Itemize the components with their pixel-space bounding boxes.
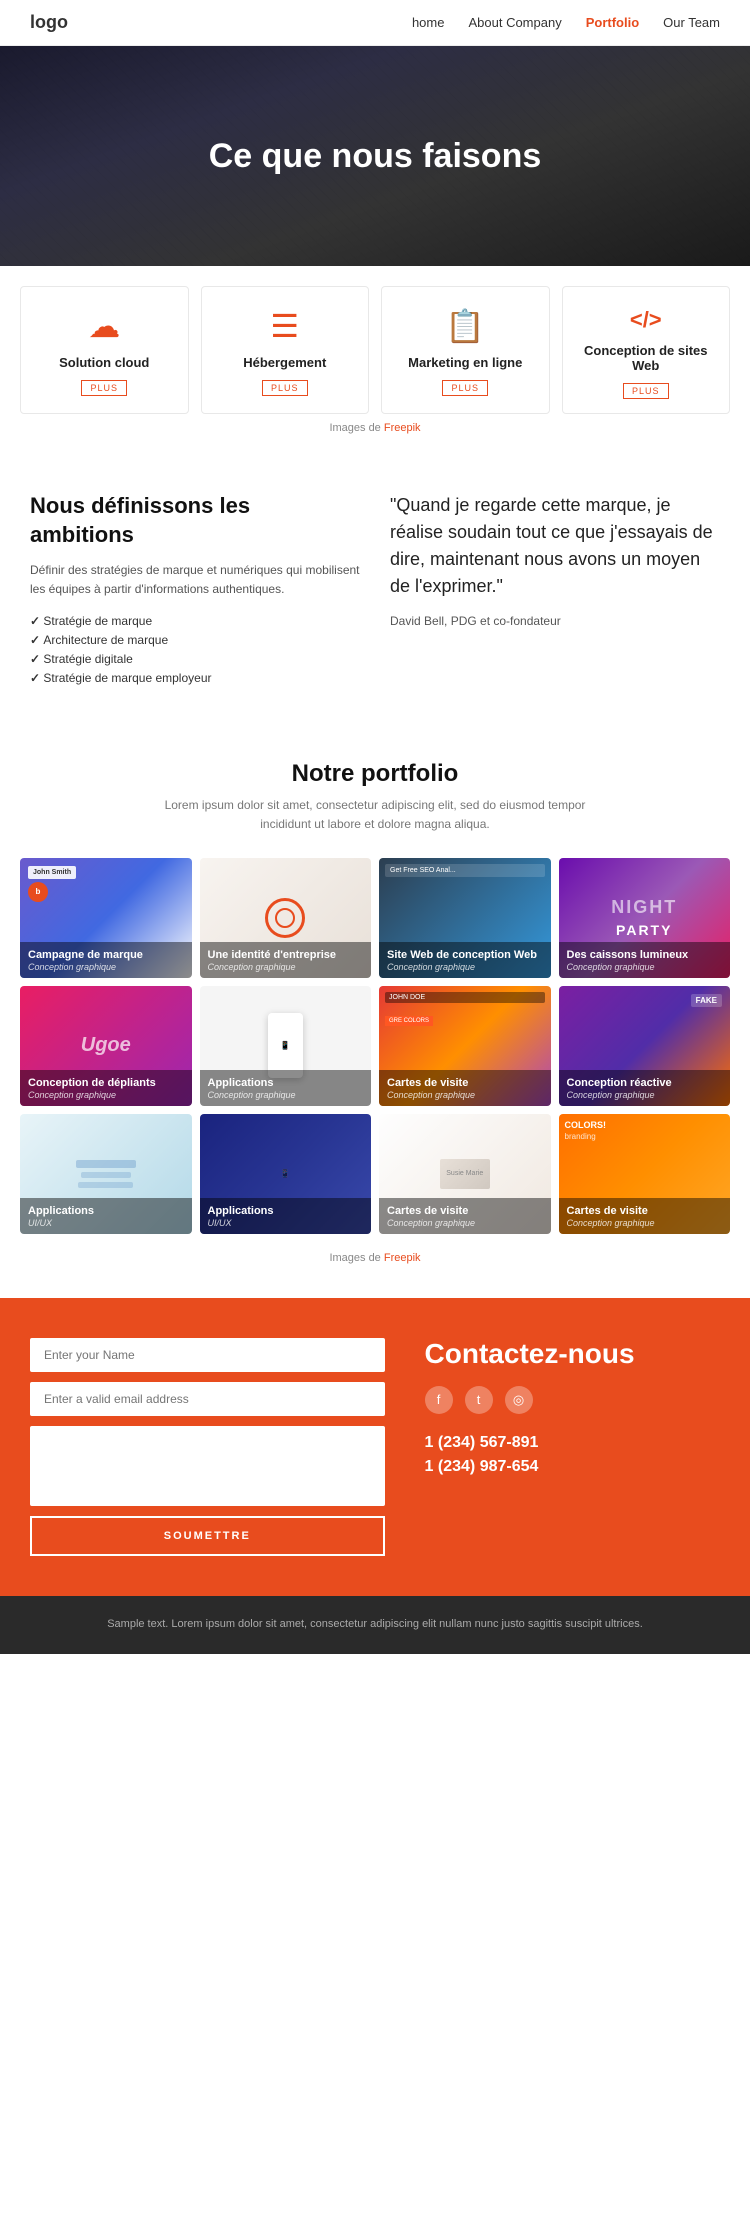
nav-item-home[interactable]: home [412, 14, 445, 32]
service-title-marketing: Marketing en ligne [394, 355, 537, 370]
cloud-icon: ☁ [33, 307, 176, 345]
service-card-marketing: 📋 Marketing en ligne PLUS [381, 286, 550, 414]
portfolio-section: Notre portfolio Lorem ipsum dolor sit am… [0, 730, 750, 1298]
services-grid: ☁ Solution cloud PLUS ☰ Hébergement PLUS… [20, 266, 730, 414]
name-input[interactable] [30, 1338, 385, 1372]
logo: logo [30, 12, 68, 33]
portfolio-caption-6: Applications Conception graphique [200, 1070, 372, 1106]
about-list-item: Stratégie de marque employeur [30, 671, 360, 685]
hero-title: Ce que nous faisons [209, 137, 542, 176]
portfolio-caption-5: Conception de dépliants Conception graph… [20, 1070, 192, 1106]
portfolio-caption-2: Une identité d'entreprise Conception gra… [200, 942, 372, 978]
portfolio-caption-12: Cartes de visite Conception graphique [559, 1198, 731, 1234]
contact-section: SOUMETTRE Contactez-nous f t ◎ 1 (234) 5… [0, 1298, 750, 1596]
portfolio-item-9[interactable]: Applications UI/UX [20, 1114, 192, 1234]
instagram-icon[interactable]: ◎ [505, 1386, 533, 1414]
about-right: "Quand je regarde cette marque, je réali… [390, 492, 720, 690]
portfolio-caption-4: Des caissons lumineux Conception graphiq… [559, 942, 731, 978]
nav-item-portfolio[interactable]: Portfolio [586, 14, 639, 32]
portfolio-item-6[interactable]: 📱 Applications Conception graphique [200, 986, 372, 1106]
phone-2: 1 (234) 987-654 [425, 1458, 720, 1476]
portfolio-caption-9: Applications UI/UX [20, 1198, 192, 1234]
web-icon: </> [575, 307, 718, 333]
portfolio-item-1[interactable]: John Smith b Campagne de marque Concepti… [20, 858, 192, 978]
quote-author: David Bell, PDG et co-fondateur [390, 614, 720, 628]
nav-item-about[interactable]: About Company [468, 14, 561, 32]
portfolio-item-2[interactable]: Une identité d'entreprise Conception gra… [200, 858, 372, 978]
portfolio-item-4[interactable]: NIGHT PARTY Des caissons lumineux Concep… [559, 858, 731, 978]
portfolio-title: Notre portfolio [20, 760, 730, 788]
about-list-item: Stratégie digitale [30, 652, 360, 666]
footer: Sample text. Lorem ipsum dolor sit amet,… [0, 1596, 750, 1654]
facebook-icon[interactable]: f [425, 1386, 453, 1414]
contact-title: Contactez-nous [425, 1338, 720, 1370]
portfolio-item-12[interactable]: COLORS! branding Cartes de visite Concep… [559, 1114, 731, 1234]
about-list-item: Stratégie de marque [30, 614, 360, 628]
submit-button[interactable]: SOUMETTRE [30, 1516, 385, 1556]
portfolio-item-11[interactable]: Susie Marie Cartes de visite Conception … [379, 1114, 551, 1234]
nav-links: home About Company Portfolio Our Team [412, 14, 720, 32]
service-card-web: </> Conception de sites Web PLUS [562, 286, 731, 414]
service-plus-hebergement[interactable]: PLUS [262, 380, 308, 396]
portfolio-item-3[interactable]: Get Free SEO Anal... Site Web de concept… [379, 858, 551, 978]
about-title: Nous définissons les ambitions [30, 492, 360, 549]
portfolio-caption-7: Cartes de visite Conception graphique [379, 1070, 551, 1106]
portfolio-credit: Images de Freepik [20, 1244, 730, 1272]
portfolio-grid: John Smith b Campagne de marque Concepti… [20, 858, 730, 1234]
email-input[interactable] [30, 1382, 385, 1416]
services-credit: Images de Freepik [20, 414, 730, 442]
footer-text: Sample text. Lorem ipsum dolor sit amet,… [30, 1616, 720, 1634]
about-section: Nous définissons les ambitions Définir d… [0, 452, 750, 730]
contact-form: SOUMETTRE [30, 1338, 385, 1556]
phone-1: 1 (234) 567-891 [425, 1434, 720, 1452]
service-plus-web[interactable]: PLUS [623, 383, 669, 399]
portfolio-caption-11: Cartes de visite Conception graphique [379, 1198, 551, 1234]
portfolio-item-8[interactable]: FAKE Conception réactive Conception grap… [559, 986, 731, 1106]
portfolio-caption-8: Conception réactive Conception graphique [559, 1070, 731, 1106]
about-left: Nous définissons les ambitions Définir d… [30, 492, 360, 690]
about-list-item: Architecture de marque [30, 633, 360, 647]
service-plus-marketing[interactable]: PLUS [442, 380, 488, 396]
service-title-web: Conception de sites Web [575, 343, 718, 373]
quote-text: "Quand je regarde cette marque, je réali… [390, 492, 720, 600]
service-card-hebergement: ☰ Hébergement PLUS [201, 286, 370, 414]
hebergement-icon: ☰ [214, 307, 357, 345]
service-plus-cloud[interactable]: PLUS [81, 380, 127, 396]
portfolio-item-10[interactable]: 📱 Applications UI/UX [200, 1114, 372, 1234]
about-list: Stratégie de marque Architecture de marq… [30, 614, 360, 685]
portfolio-caption-3: Site Web de conception Web Conception gr… [379, 942, 551, 978]
service-card-cloud: ☁ Solution cloud PLUS [20, 286, 189, 414]
portfolio-caption-10: Applications UI/UX [200, 1198, 372, 1234]
message-input[interactable] [30, 1426, 385, 1506]
navbar: logo home About Company Portfolio Our Te… [0, 0, 750, 46]
service-title-hebergement: Hébergement [214, 355, 357, 370]
service-title-cloud: Solution cloud [33, 355, 176, 370]
hero-section: Ce que nous faisons [0, 46, 750, 266]
portfolio-subtitle: Lorem ipsum dolor sit amet, consectetur … [20, 796, 730, 834]
twitter-icon[interactable]: t [465, 1386, 493, 1414]
portfolio-caption-1: Campagne de marque Conception graphique [20, 942, 192, 978]
social-icons: f t ◎ [425, 1386, 720, 1414]
marketing-icon: 📋 [394, 307, 537, 345]
portfolio-item-7[interactable]: JOHN DOE GRE COLORS Cartes de visite Con… [379, 986, 551, 1106]
services-section: ☁ Solution cloud PLUS ☰ Hébergement PLUS… [0, 266, 750, 452]
about-description: Définir des stratégies de marque et numé… [30, 561, 360, 599]
contact-info: Contactez-nous f t ◎ 1 (234) 567-891 1 (… [425, 1338, 720, 1556]
portfolio-item-5[interactable]: Ugoe Conception de dépliants Conception … [20, 986, 192, 1106]
nav-item-team[interactable]: Our Team [663, 14, 720, 32]
